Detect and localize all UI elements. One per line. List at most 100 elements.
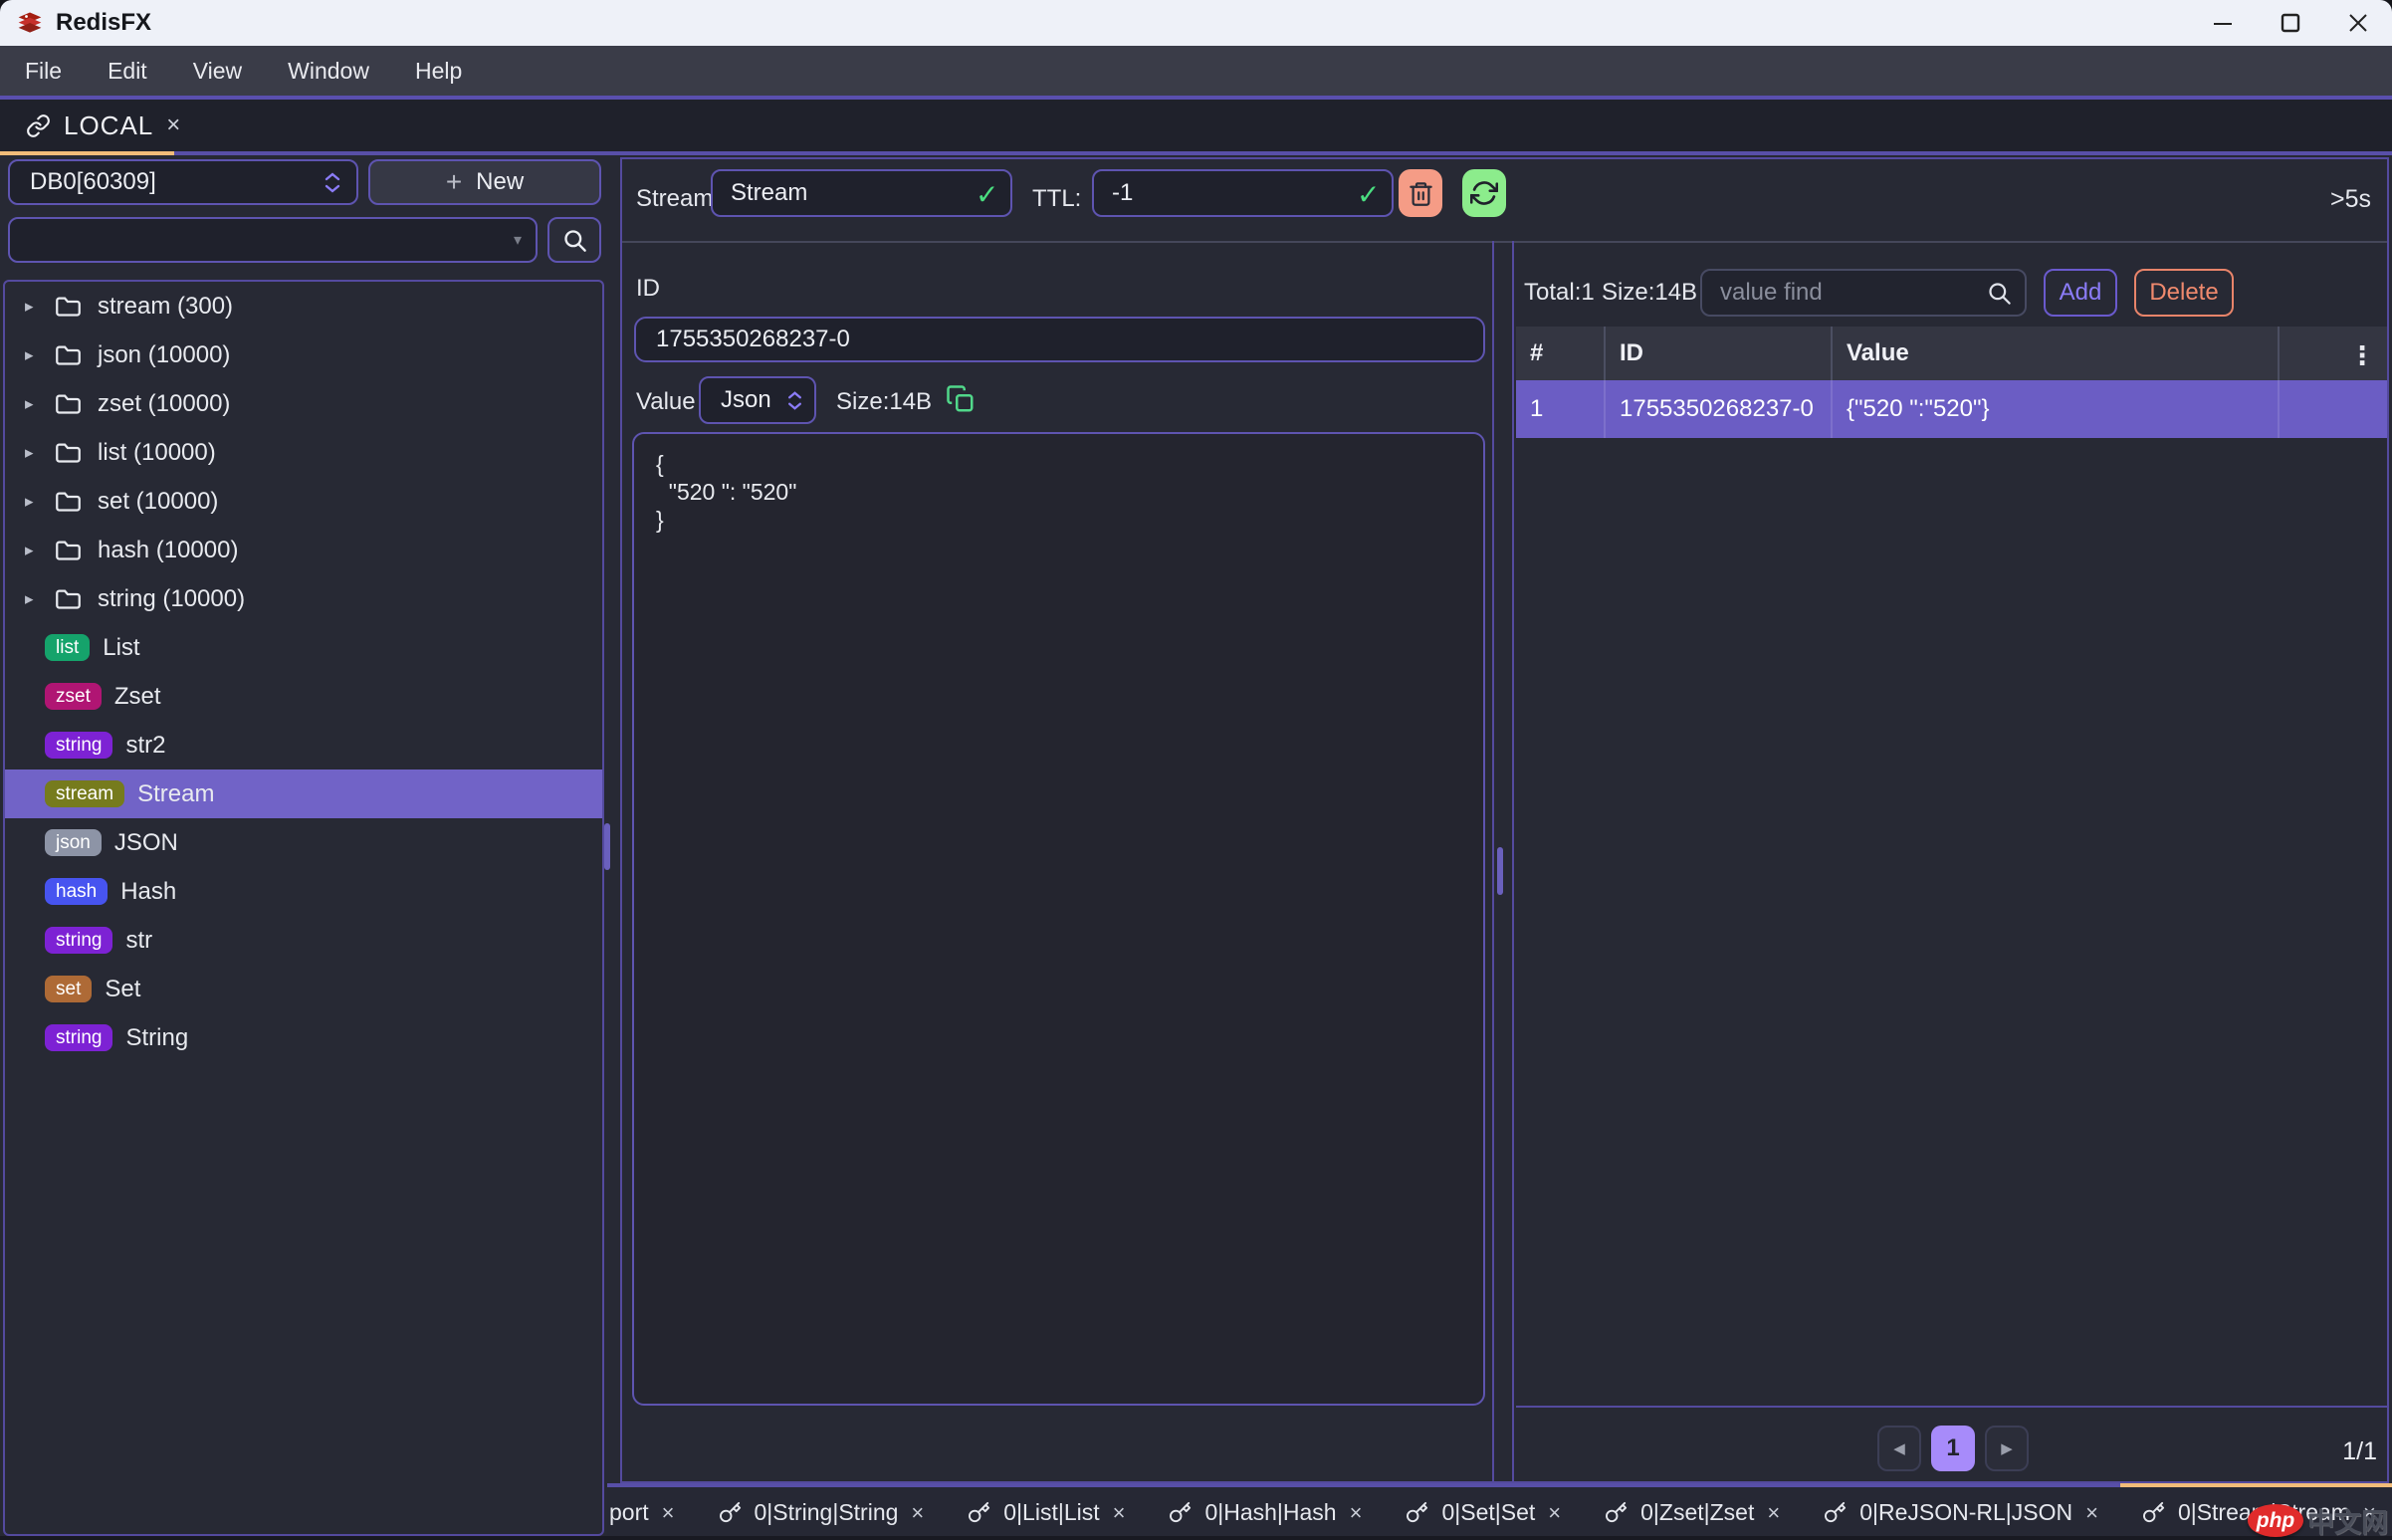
expand-arrow-icon[interactable]: ▸ (25, 589, 39, 609)
table-header: # ID Value (1516, 327, 2387, 380)
folder-icon (55, 343, 82, 366)
menubar: File Edit View Window Help (0, 46, 2392, 96)
key-filter-input[interactable]: ▾ (8, 217, 538, 263)
plus-icon: + (446, 172, 462, 192)
menu-file[interactable]: File (25, 58, 62, 85)
page-indicator: 1/1 (2342, 1437, 2377, 1466)
tree-folder-string[interactable]: ▸ string (10000) (5, 574, 602, 623)
type-badge: string (45, 927, 112, 954)
connection-tab-close-icon[interactable]: × (166, 111, 180, 139)
link-icon (26, 113, 51, 138)
key-label: List (103, 634, 139, 662)
tree-key-set[interactable]: set Set (5, 965, 602, 1013)
folder-icon (55, 587, 82, 610)
expand-arrow-icon[interactable]: ▸ (25, 443, 39, 463)
kebab-menu-icon[interactable]: ⋮ (2349, 340, 2375, 371)
tab-close-icon[interactable]: × (2085, 1500, 2098, 1526)
key-name-input[interactable] (711, 169, 1012, 217)
type-badge: set (45, 976, 92, 1002)
tree-key-string[interactable]: string String (5, 1013, 602, 1062)
tree-key-json[interactable]: json JSON (5, 818, 602, 867)
expand-arrow-icon[interactable]: ▸ (25, 297, 39, 317)
key-icon (1605, 1501, 1628, 1524)
tab-close-icon[interactable]: × (1767, 1500, 1780, 1526)
tree-key-list[interactable]: list List (5, 623, 602, 672)
new-key-button[interactable]: + New (368, 159, 601, 205)
sidebar-scrollbar-thumb[interactable] (604, 823, 610, 870)
expand-arrow-icon[interactable]: ▸ (25, 492, 39, 512)
tree-key-str2[interactable]: string str2 (5, 721, 602, 770)
db-select[interactable]: DB0[60309] (8, 159, 358, 205)
column-header-value[interactable]: Value (1831, 327, 2278, 380)
tree-folder-stream[interactable]: ▸ stream (300) (5, 282, 602, 330)
key-label: Zset (114, 683, 161, 711)
value-size-label: Size:14B (836, 388, 932, 416)
tab-close-icon[interactable]: × (1350, 1500, 1363, 1526)
tree-key-str[interactable]: string str (5, 916, 602, 965)
type-badge: string (45, 1024, 112, 1051)
tab-close-icon[interactable]: × (911, 1500, 924, 1526)
key-label: Hash (120, 878, 176, 906)
tree-key-stream-selected[interactable]: stream Stream (5, 770, 602, 818)
tree-folder-list[interactable]: ▸ list (10000) (5, 428, 602, 477)
entry-id-input[interactable] (634, 317, 1485, 362)
type-badge: json (45, 829, 102, 856)
ttl-input[interactable] (1092, 169, 1394, 217)
key-tab-port[interactable]: port × (607, 1487, 697, 1538)
tree-key-zset[interactable]: zset Zset (5, 672, 602, 721)
column-header-index[interactable]: # (1516, 327, 1604, 380)
tree-folder-zset[interactable]: ▸ zset (10000) (5, 379, 602, 428)
key-tab-rejson[interactable]: 0|ReJSON-RL|JSON × (1802, 1487, 2120, 1538)
value-editor[interactable]: { "520 ": "520" } (632, 432, 1485, 1406)
menu-window[interactable]: Window (288, 58, 369, 85)
refresh-button[interactable] (1462, 169, 1506, 217)
menu-edit[interactable]: Edit (108, 58, 147, 85)
search-button[interactable] (547, 217, 601, 263)
key-icon (719, 1501, 742, 1524)
ttl-label: TTL: (1032, 185, 1081, 213)
minimize-button[interactable] (2189, 0, 2257, 46)
key-tab-string[interactable]: 0|String|String × (697, 1487, 947, 1538)
key-tab-hash[interactable]: 0|Hash|Hash × (1147, 1487, 1384, 1538)
value-find-input[interactable] (1700, 269, 2027, 317)
check-icon: ✓ (1357, 178, 1380, 211)
tab-close-icon[interactable]: × (1548, 1500, 1561, 1526)
db-select-value: DB0[60309] (30, 168, 156, 196)
key-tab-set[interactable]: 0|Set|Set × (1384, 1487, 1583, 1538)
expand-arrow-icon[interactable]: ▸ (25, 394, 39, 414)
expand-arrow-icon[interactable]: ▸ (25, 345, 39, 365)
folder-label: list (10000) (98, 439, 216, 467)
column-header-id[interactable]: ID (1604, 327, 1831, 380)
maximize-button[interactable] (2257, 0, 2324, 46)
close-button[interactable] (2324, 0, 2392, 46)
copy-icon[interactable] (946, 384, 976, 414)
expand-arrow-icon[interactable]: ▸ (25, 541, 39, 560)
delete-entry-button[interactable]: Delete (2134, 269, 2234, 317)
tab-close-icon[interactable]: × (1113, 1500, 1126, 1526)
connection-tab-local[interactable]: LOCAL × (0, 100, 174, 151)
entries-panel: Total:1 Size:14B Add Delete # ID Value ⋮… (1516, 241, 2387, 1481)
tree-folder-set[interactable]: ▸ set (10000) (5, 477, 602, 526)
prev-page-button[interactable]: ◀ (1877, 1426, 1921, 1471)
type-badge: stream (45, 780, 124, 807)
tree-key-hash[interactable]: hash Hash (5, 867, 602, 916)
menu-view[interactable]: View (193, 58, 242, 85)
tree-folder-hash[interactable]: ▸ hash (10000) (5, 526, 602, 574)
main-panel: Stream ✓ TTL: ✓ >5s ID (620, 157, 2389, 1483)
value-label: Value (636, 388, 696, 416)
delete-key-button[interactable] (1399, 169, 1442, 217)
table-row[interactable]: 1 1755350268237-0 {"520 ":"520"} (1516, 380, 2387, 438)
menu-help[interactable]: Help (415, 58, 462, 85)
add-entry-button[interactable]: Add (2044, 269, 2117, 317)
watermark-logo: php (2248, 1504, 2303, 1537)
key-tab-zset[interactable]: 0|Zset|Zset × (1583, 1487, 1802, 1538)
current-page-button[interactable]: 1 (1931, 1426, 1975, 1471)
next-page-button[interactable]: ▶ (1985, 1426, 2029, 1471)
key-tab-list[interactable]: 0|List|List × (946, 1487, 1147, 1538)
tab-close-icon[interactable]: × (662, 1500, 675, 1526)
app-title: RedisFX (56, 9, 151, 37)
key-type-label: Stream (636, 185, 713, 213)
tree-folder-json[interactable]: ▸ json (10000) (5, 330, 602, 379)
format-select[interactable]: Json (699, 376, 816, 424)
folder-icon (55, 295, 82, 318)
